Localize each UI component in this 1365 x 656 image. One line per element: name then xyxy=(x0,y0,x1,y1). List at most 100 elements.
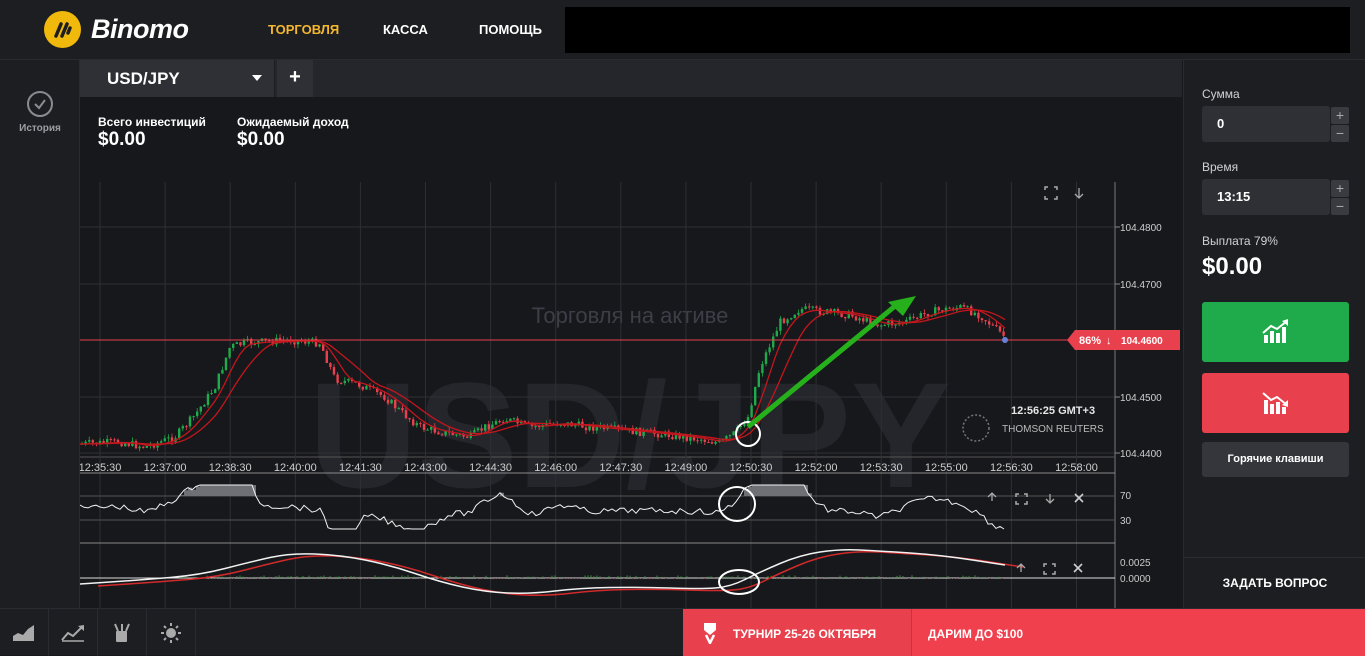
nav-trade[interactable]: ТОРГОВЛЯ xyxy=(268,22,339,37)
macd-close-icon[interactable] xyxy=(1073,563,1083,573)
candle-body xyxy=(487,424,490,430)
candle-body xyxy=(509,418,512,422)
logo[interactable]: Binomo xyxy=(44,11,189,48)
macd-fullscreen-icon[interactable] xyxy=(1043,563,1056,575)
rsi-arrow-down-icon[interactable] xyxy=(1045,494,1055,504)
payout-label: Выплата 79% xyxy=(1202,234,1278,248)
candle-body xyxy=(811,306,814,308)
candle-body xyxy=(473,430,476,433)
amount-label: Сумма xyxy=(1202,87,1240,101)
candle-body xyxy=(764,352,768,364)
candle-body xyxy=(394,399,397,409)
candle-body xyxy=(203,405,206,407)
candle-body xyxy=(703,439,706,442)
candle-body xyxy=(494,421,498,425)
candle-body xyxy=(325,350,328,363)
x-tick-label: 12:43:00 xyxy=(404,462,447,474)
candle-body xyxy=(476,428,480,431)
candle-body xyxy=(876,324,879,327)
candle-body xyxy=(700,439,703,441)
history-check-icon[interactable] xyxy=(27,91,53,117)
time-minus-button[interactable]: − xyxy=(1331,198,1349,215)
candle-body xyxy=(332,367,336,375)
rsi-arrow-up-icon[interactable] xyxy=(987,492,997,501)
candle-body xyxy=(937,307,940,311)
asset-tab[interactable]: USD/JPY xyxy=(80,60,275,97)
current-price-value: 104.4600 xyxy=(1121,336,1163,347)
bottom-toolbar: ТУРНИР 25-26 ОКТЯБРЯ ДАРИМ ДО $100 xyxy=(0,608,1365,656)
top-bar: Binomo ТОРГОВЛЯ КАССА ПОМОЩЬ xyxy=(0,0,1365,60)
candle-body xyxy=(790,318,793,320)
chart-type-icon[interactable] xyxy=(0,609,49,656)
candle-body xyxy=(808,306,811,308)
watermark-asset: USD/JPY xyxy=(309,351,951,519)
candle-body xyxy=(185,426,188,428)
x-tick-label: 12:50:30 xyxy=(730,462,773,474)
price-chart[interactable]: USD/JPY Торговля на активе 12:35:30 12:37… xyxy=(80,97,1182,608)
history-label[interactable]: История xyxy=(0,123,80,134)
candle-body xyxy=(916,317,919,319)
x-tick-label: 12:40:00 xyxy=(274,462,317,474)
candle-body xyxy=(242,340,246,346)
x-tick-label: 12:52:00 xyxy=(795,462,838,474)
drawing-icon[interactable] xyxy=(98,609,147,656)
macd-arrow-up-icon[interactable] xyxy=(1016,563,1026,572)
candle-body xyxy=(854,316,858,321)
fullscreen-icon[interactable] xyxy=(1044,186,1058,200)
amount-plus-button[interactable]: + xyxy=(1331,107,1349,124)
x-tick-label: 12:56:30 xyxy=(990,462,1033,474)
candle-body xyxy=(145,446,148,448)
indicators-icon[interactable] xyxy=(49,609,98,656)
candle-body xyxy=(797,312,800,315)
candle-body xyxy=(163,438,166,442)
candle-body xyxy=(743,424,746,426)
candle-body xyxy=(775,330,778,337)
candle-body xyxy=(786,319,789,324)
candle-body xyxy=(347,378,350,381)
chart-area[interactable]: Всего инвестиций $0.00 Ожидаемый доход $… xyxy=(80,97,1182,608)
amount-minus-button[interactable]: − xyxy=(1331,125,1349,142)
candle-body xyxy=(430,426,433,430)
amount-input[interactable]: 0 xyxy=(1202,106,1330,142)
candle-body xyxy=(127,443,130,446)
call-up-button[interactable] xyxy=(1202,302,1349,362)
ask-question-button[interactable]: ЗАДАТЬ ВОПРОС xyxy=(1184,557,1365,608)
nav-help[interactable]: ПОМОЩЬ xyxy=(479,22,542,37)
candle-body xyxy=(804,306,807,310)
y-tick-label: 104.4800 xyxy=(1120,223,1162,234)
y-tick-label: 104.4400 xyxy=(1120,449,1162,460)
candle-body xyxy=(858,318,861,321)
chevron-down-icon[interactable] xyxy=(252,75,262,81)
server-time: 12:56:25 GMT+3 xyxy=(1011,405,1095,417)
nav-cash[interactable]: КАССА xyxy=(383,22,428,37)
candle-body xyxy=(480,428,483,431)
hotkeys-button[interactable]: Горячие клавиши xyxy=(1202,442,1349,477)
time-plus-button[interactable]: + xyxy=(1331,180,1349,197)
add-tab-button[interactable]: + xyxy=(277,60,313,97)
put-down-button[interactable] xyxy=(1202,373,1349,433)
logo-text: Binomo xyxy=(91,14,189,44)
candle-body xyxy=(973,312,976,316)
candle-body xyxy=(984,320,987,322)
trophy-icon xyxy=(704,623,716,644)
candle-body xyxy=(167,437,170,439)
price-badge-percent: 86% xyxy=(1079,335,1101,347)
time-input[interactable]: 13:15 xyxy=(1202,179,1330,215)
tournament-banner[interactable]: ТУРНИР 25-26 ОКТЯБРЯ xyxy=(683,609,912,656)
theme-icon[interactable] xyxy=(147,609,196,656)
tournament-text: ТУРНИР 25-26 ОКТЯБРЯ xyxy=(733,627,877,641)
logo-icon xyxy=(44,11,81,48)
candle-body xyxy=(386,399,390,404)
candle-body xyxy=(534,425,537,427)
candle-body xyxy=(235,342,238,344)
candle-body xyxy=(656,433,660,438)
candle-body xyxy=(318,344,321,347)
candle-body xyxy=(160,441,163,443)
candle-body xyxy=(660,435,663,438)
bonus-banner[interactable]: ДАРИМ ДО $100 xyxy=(912,609,1365,656)
x-tick-label: 12:58:00 xyxy=(1055,462,1098,474)
candle-body xyxy=(671,436,674,440)
x-tick-label: 12:49:00 xyxy=(664,462,707,474)
candle-body xyxy=(1002,331,1005,336)
candle-body xyxy=(455,434,458,436)
